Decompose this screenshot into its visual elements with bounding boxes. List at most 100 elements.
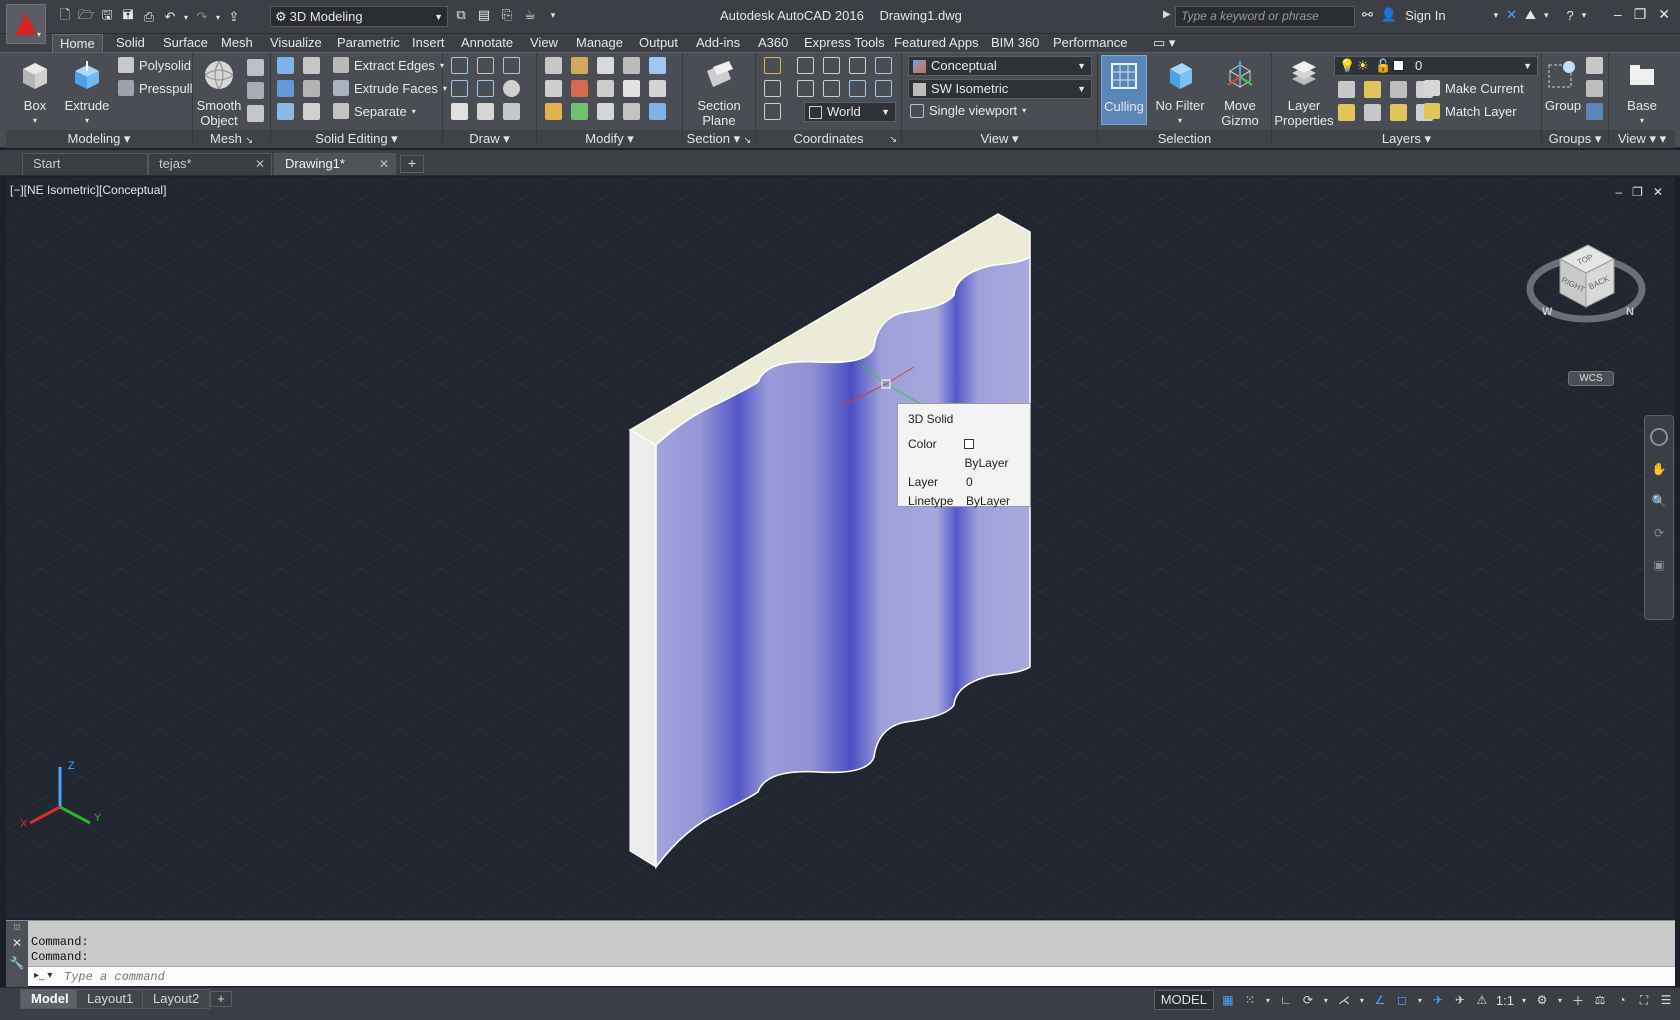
tab-surface[interactable]: Surface <box>156 34 215 52</box>
pan-icon[interactable]: ✋ <box>1650 462 1668 480</box>
3d-solid-scene[interactable] <box>6 177 1675 919</box>
tab-a360[interactable]: A360 <box>751 34 795 52</box>
viewcube[interactable]: TOP RIGHT BACK W N <box>1526 227 1646 342</box>
save-icon[interactable]: 🖫 <box>98 7 116 26</box>
group-edit-icon[interactable] <box>1586 80 1603 97</box>
solid-side-face[interactable] <box>629 429 657 868</box>
steering-wheel-icon[interactable] <box>1650 428 1668 446</box>
array-icon[interactable] <box>649 103 666 120</box>
mesh-crease-icon[interactable] <box>247 105 264 122</box>
rectangle-icon[interactable] <box>477 103 494 120</box>
3d-rotate-icon[interactable] <box>571 80 588 97</box>
line-icon[interactable] <box>477 80 494 97</box>
new-drawing-tab-button[interactable]: + <box>400 155 424 173</box>
chevron-down-icon[interactable]: ▾ <box>1544 10 1549 21</box>
save-as-icon[interactable]: 🖬 <box>119 7 137 26</box>
polar-tracking-icon[interactable]: ⟳ <box>1300 992 1316 1008</box>
panel-modeling-title[interactable]: Modeling ▾ <box>6 130 192 148</box>
panel-solid-editing-title[interactable]: Solid Editing ▾ <box>271 130 442 148</box>
ribbon-minimize-icon[interactable]: ▭ ▾ <box>1146 34 1182 52</box>
panel-layers-title[interactable]: Layers ▾ <box>1272 130 1541 148</box>
snap-mode-icon[interactable]: ⁙ <box>1242 992 1258 1008</box>
box-button[interactable]: Box ▾ <box>12 57 58 128</box>
sign-in-link[interactable]: Sign In <box>1405 8 1445 23</box>
tab-insert[interactable]: Insert <box>405 34 452 52</box>
tab-visualize[interactable]: Visualize <box>263 34 329 52</box>
properties-icon[interactable]: ▤ <box>475 6 493 24</box>
open-file-icon[interactable]: 🗁 <box>77 7 95 26</box>
annotation-scale-value[interactable]: 1:1 <box>1496 993 1514 1008</box>
panel-mesh-title[interactable]: Mesh ↘ <box>193 130 270 148</box>
annotation-visibility-icon[interactable]: ✈ <box>1430 992 1446 1008</box>
units-icon[interactable]: ⚖ <box>1592 992 1608 1008</box>
viewport-config-button[interactable]: Single viewport ▾ <box>910 103 1026 118</box>
section-plane-button[interactable]: Section Plane <box>689 57 749 128</box>
grip-handle-icon[interactable]: ⁞⁞⁞ <box>6 923 28 932</box>
mesh-smooth-more-icon[interactable] <box>247 59 264 76</box>
tab-annotate[interactable]: Annotate <box>454 34 520 52</box>
ucs-x-icon[interactable] <box>875 80 892 97</box>
trim-icon[interactable] <box>545 57 562 74</box>
ucs-face-icon[interactable] <box>849 57 866 74</box>
workspace-switching-gear-icon[interactable]: ⚙ <box>1534 992 1550 1008</box>
helix-icon[interactable] <box>477 57 494 74</box>
layer-thaw-all-icon[interactable] <box>1390 104 1407 121</box>
union-icon[interactable] <box>277 57 294 74</box>
command-prompt-icon[interactable]: ▸_ ▾ <box>34 970 52 981</box>
wcs-menu-button[interactable]: WCS <box>1568 371 1614 386</box>
drawing-viewport[interactable]: [−][NE Isometric][Conceptual] – ❐ ✕ 3D S… <box>6 177 1675 919</box>
stretch-icon[interactable] <box>623 103 640 120</box>
file-tab-start[interactable]: Start <box>22 153 148 175</box>
culling-button[interactable]: Culling <box>1101 55 1147 125</box>
tab-manage[interactable]: Manage <box>569 34 630 52</box>
ucs-world-icon[interactable] <box>797 57 814 74</box>
panel-draw-title[interactable]: Draw ▾ <box>443 130 536 148</box>
layout-tab-model[interactable]: Model <box>20 989 80 1009</box>
wrench-icon[interactable]: 🔧 <box>6 956 28 970</box>
layout-tab-layout2[interactable]: Layout2 <box>142 989 211 1009</box>
offset-icon[interactable] <box>649 80 666 97</box>
spline-icon[interactable] <box>451 80 468 97</box>
group-button[interactable]: Group <box>1544 57 1582 113</box>
annotation-monitor-icon[interactable]: ＋ <box>1570 992 1586 1008</box>
3d-move-icon[interactable] <box>571 57 588 74</box>
tab-parametric[interactable]: Parametric <box>330 34 407 52</box>
publish-icon[interactable]: ⎘ <box>498 6 516 24</box>
render-icon[interactable]: ☕ <box>521 6 539 24</box>
ucs-object-icon[interactable] <box>875 57 892 74</box>
workspace-select[interactable]: ⚙ 3D Modeling ▼ <box>270 6 448 27</box>
smooth-object-button[interactable]: Smooth Object <box>195 57 243 128</box>
annotation-scale-icon[interactable]: ⚠ <box>1474 992 1490 1008</box>
subtract-icon[interactable] <box>277 80 294 97</box>
scale-icon[interactable] <box>597 103 614 120</box>
tab-express-tools[interactable]: Express Tools <box>797 34 892 52</box>
restore-icon[interactable]: ❐ <box>1634 6 1647 23</box>
share-icon[interactable]: ⇪ <box>225 8 243 26</box>
layout-tab-layout1[interactable]: Layout1 <box>76 989 145 1009</box>
ucs-3point-icon[interactable] <box>849 80 866 97</box>
tab-output[interactable]: Output <box>632 34 685 52</box>
no-filter-button[interactable]: No Filter ▾ <box>1150 57 1210 128</box>
tab-solid[interactable]: Solid <box>109 34 152 52</box>
isolate-objects-icon[interactable]: ◔ <box>1614 992 1630 1008</box>
match-layer-button[interactable]: Match Layer <box>1424 103 1517 119</box>
auto-scale-icon[interactable]: ✈ <box>1452 992 1468 1008</box>
file-tab-drawing1[interactable]: Drawing1* ✕ <box>274 153 396 175</box>
help-search-input[interactable]: Type a keyword or phrase <box>1175 6 1355 27</box>
fillet-icon[interactable] <box>545 80 562 97</box>
tab-bim-360[interactable]: BIM 360 <box>984 34 1046 52</box>
extrude-button[interactable]: Extrude ▾ <box>60 57 114 128</box>
make-current-button[interactable]: Make Current <box>1424 80 1524 96</box>
arc-icon[interactable] <box>503 57 520 74</box>
tab-featured-apps[interactable]: Featured Apps <box>887 34 986 52</box>
chevron-down-icon[interactable]: ▾ <box>1520 992 1528 1008</box>
model-space-button[interactable]: MODEL <box>1153 990 1214 1010</box>
panel-groups-title[interactable]: Groups ▾ <box>1542 130 1608 148</box>
file-tab-tejas[interactable]: tejas* ✕ <box>148 153 272 175</box>
ucs-view-icon[interactable] <box>764 80 781 97</box>
layer-isolate-icon[interactable] <box>1364 81 1381 98</box>
customization-menu-icon[interactable]: ☰ <box>1658 992 1674 1008</box>
ucs-previous-icon[interactable] <box>823 57 840 74</box>
extract-edges-button[interactable]: Extract Edges ▾ <box>333 57 444 73</box>
thicken-icon[interactable] <box>303 103 320 120</box>
